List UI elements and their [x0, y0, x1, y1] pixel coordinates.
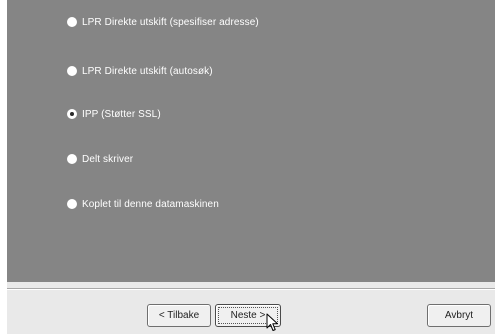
connection-type-panel: LPR Direkte utskift (spesifiser adresse)…: [7, 0, 495, 282]
footer-separator: [7, 288, 495, 290]
cancel-button[interactable]: Avbryt: [427, 304, 491, 327]
option-label: Koplet til denne datamaskinen: [82, 198, 219, 210]
option-lpr-direct-address[interactable]: LPR Direkte utskift (spesifiser adresse): [67, 15, 259, 29]
option-ipp-ssl[interactable]: IPP (Støtter SSL): [67, 107, 161, 121]
option-lpr-direct-autosearch[interactable]: LPR Direkte utskift (autosøk): [67, 64, 213, 78]
radio-button[interactable]: [67, 109, 77, 119]
option-local-connection[interactable]: Koplet til denne datamaskinen: [67, 197, 219, 211]
radio-button[interactable]: [67, 154, 77, 164]
radio-button[interactable]: [67, 17, 77, 27]
option-label: Delt skriver: [82, 153, 134, 165]
option-label: IPP (Støtter SSL): [82, 108, 161, 120]
radio-button[interactable]: [67, 66, 77, 76]
option-label: LPR Direkte utskift (autosøk): [82, 65, 213, 77]
installer-dialog: LPR Direkte utskift (spesifiser adresse)…: [7, 0, 495, 334]
next-button[interactable]: Neste >: [215, 304, 281, 327]
radio-button[interactable]: [67, 199, 77, 209]
option-shared-printer[interactable]: Delt skriver: [67, 152, 133, 166]
option-label: LPR Direkte utskift (spesifiser adresse): [82, 16, 259, 28]
back-button[interactable]: < Tilbake: [147, 304, 211, 327]
